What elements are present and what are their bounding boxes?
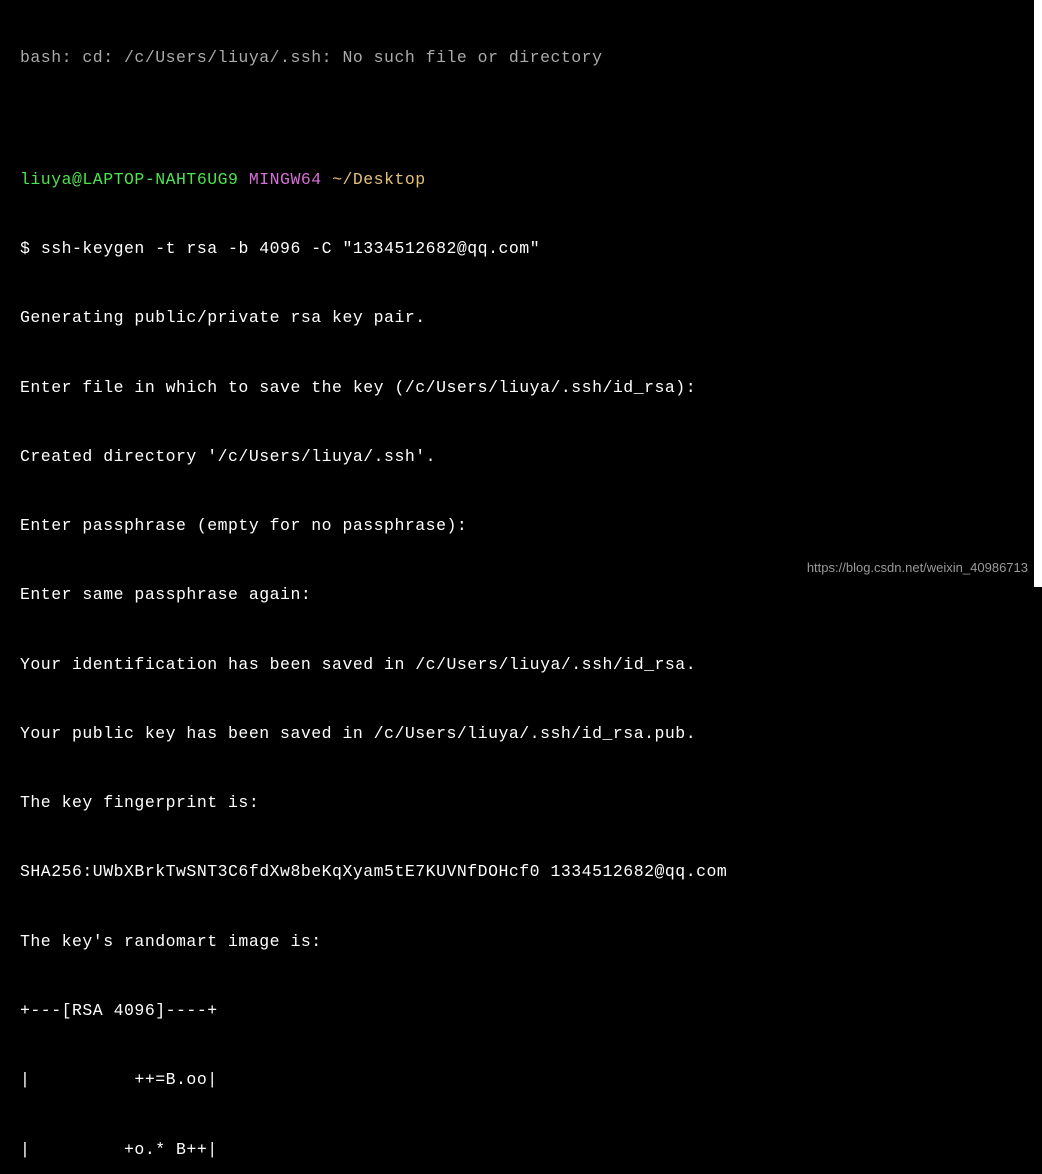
prompt-symbol: $ — [20, 239, 30, 258]
prompt-user-host: liuya@LAPTOP-NAHT6UG9 — [20, 170, 238, 189]
output-line: Created directory '/c/Users/liuya/.ssh'. — [20, 445, 1042, 468]
prompt-path: ~/Desktop — [332, 170, 426, 189]
output-line: Enter passphrase (empty for no passphras… — [20, 514, 1042, 537]
output-line: Enter file in which to save the key (/c/… — [20, 376, 1042, 399]
prompt-shell: MINGW64 — [249, 170, 322, 189]
output-line: The key's randomart image is: — [20, 930, 1042, 953]
window-border-right — [1034, 0, 1042, 587]
output-line: SHA256:UWbXBrkTwSNT3C6fdXw8beKqXyam5tE7K… — [20, 860, 1042, 883]
watermark-text: https://blog.csdn.net/weixin_40986713 — [807, 559, 1028, 577]
randomart-line: | ++=B.oo| — [20, 1068, 1042, 1091]
output-line: Your public key has been saved in /c/Use… — [20, 722, 1042, 745]
output-line: Your identification has been saved in /c… — [20, 653, 1042, 676]
command-line: $ ssh-keygen -t rsa -b 4096 -C "13345126… — [20, 237, 1042, 260]
blank-line — [20, 115, 1042, 121]
prior-error-line: bash: cd: /c/Users/liuya/.ssh: No such f… — [20, 46, 1042, 69]
randomart-line: +---[RSA 4096]----+ — [20, 999, 1042, 1022]
output-line: The key fingerprint is: — [20, 791, 1042, 814]
terminal-window[interactable]: bash: cd: /c/Users/liuya/.ssh: No such f… — [20, 0, 1042, 1174]
command-text: ssh-keygen -t rsa -b 4096 -C "1334512682… — [41, 239, 540, 258]
randomart-line: | +o.* B++| — [20, 1138, 1042, 1161]
output-line: Generating public/private rsa key pair. — [20, 306, 1042, 329]
prompt-line: liuya@LAPTOP-NAHT6UG9 MINGW64 ~/Desktop — [20, 168, 1042, 191]
